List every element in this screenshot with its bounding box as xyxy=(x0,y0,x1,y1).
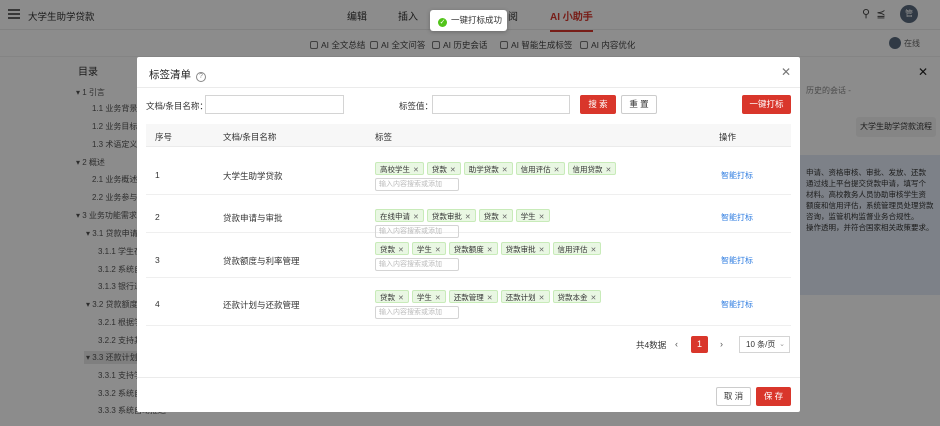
tag-list: 高校学生 ✕ 贷款 ✕ 助学贷款 ✕ 信用评估 ✕ 信用贷款 ✕ 输入内容搜索或添加 xyxy=(375,162,625,191)
close-icon[interactable]: ✕ xyxy=(781,65,791,79)
tag-remove-icon[interactable]: ✕ xyxy=(398,247,404,254)
smart-tag-link[interactable]: 智能打标 xyxy=(721,212,753,223)
column-header: 标签 xyxy=(375,132,393,142)
tag-chip: 在线申请 ✕ xyxy=(375,209,424,222)
help-icon[interactable]: ? xyxy=(196,72,206,82)
page-number[interactable]: 1 xyxy=(691,336,708,353)
smart-tag-link[interactable]: 智能打标 xyxy=(721,299,753,310)
table-row: 4 还款计划与还款管理 贷款 ✕ 学生 ✕ 还款管理 ✕ 还款计划 ✕ 贷款本金 ✕ 输入内容搜索或… xyxy=(146,280,791,326)
pagination-total: 共4数据 xyxy=(636,340,667,350)
tag-chip: 助学贷款 ✕ xyxy=(463,162,513,175)
column-header: 文档/条目名称 xyxy=(223,132,277,142)
tag-remove-icon[interactable]: ✕ xyxy=(539,214,545,221)
table-row: 2 贷款申请与审批 在线申请 ✕ 贷款审批 ✕ 贷款 ✕ 学生 ✕输入内容搜索或添加 智能打标 xyxy=(146,197,791,238)
tag-chip: 贷款本金 ✕ xyxy=(552,290,602,303)
tag-chip: 贷款 ✕ xyxy=(426,162,461,175)
row-name: 贷款申请与审批 xyxy=(223,213,283,223)
tag-chip: 还款管理 ✕ xyxy=(448,290,498,303)
tag-add-input[interactable]: 输入内容搜索或添加 xyxy=(375,178,459,191)
tag-remove-icon[interactable]: ✕ xyxy=(591,247,597,254)
tag-filter-label: 标签值： xyxy=(399,101,434,111)
row-name: 贷款额度与利率管理 xyxy=(223,256,300,266)
save-button[interactable]: 保 存 xyxy=(756,387,791,406)
tag-chip: 学生 ✕ xyxy=(411,242,446,255)
smart-tag-link[interactable]: 智能打标 xyxy=(721,170,753,181)
tag-remove-icon[interactable]: ✕ xyxy=(413,214,419,221)
table-row: 1 大学生助学贷款 高校学生 ✕ 贷款 ✕ 助学贷款 ✕ 信用评估 ✕ 信用贷款 ✕ 输入内容搜索或… xyxy=(146,149,791,195)
tag-remove-icon[interactable]: ✕ xyxy=(435,247,441,254)
tag-chip: 贷款审批 ✕ xyxy=(426,209,476,222)
tag-remove-icon[interactable]: ✕ xyxy=(539,247,545,254)
tag-remove-icon[interactable]: ✕ xyxy=(606,167,612,174)
tag-chip: 学生 ✕ xyxy=(411,290,446,303)
tag-list: 贷款 ✕ 学生 ✕ 贷款额度 ✕ 贷款审批 ✕ 信用评估 ✕ 输入内容搜索或添加 xyxy=(375,242,625,271)
success-toast: ✓ 一键打标成功 xyxy=(430,10,507,31)
tag-remove-icon[interactable]: ✕ xyxy=(487,247,493,254)
dialog-title: 标签清单? xyxy=(149,67,206,82)
row-index: 3 xyxy=(155,255,160,265)
tag-remove-icon[interactable]: ✕ xyxy=(502,214,508,221)
smart-tag-link[interactable]: 智能打标 xyxy=(721,255,753,266)
row-name: 还款计划与还款管理 xyxy=(223,300,300,310)
row-index: 1 xyxy=(155,170,160,180)
tag-remove-icon[interactable]: ✕ xyxy=(413,167,419,174)
divider xyxy=(137,377,800,378)
tag-filter-input[interactable] xyxy=(432,95,570,114)
tag-chip: 贷款额度 ✕ xyxy=(448,242,498,255)
tag-chip: 贷款审批 ✕ xyxy=(500,242,550,255)
table-row: 3 贷款额度与利率管理 贷款 ✕ 学生 ✕ 贷款额度 ✕ 贷款审批 ✕ 信用评估 ✕ 输入内容搜索或… xyxy=(146,235,791,278)
tag-chip: 还款计划 ✕ xyxy=(500,290,550,303)
tag-remove-icon[interactable]: ✕ xyxy=(591,295,597,302)
page-size-select[interactable]: 10 条/页 ⌄ xyxy=(739,336,790,353)
tag-remove-icon[interactable]: ✕ xyxy=(554,167,560,174)
row-name: 大学生助学贷款 xyxy=(223,171,283,181)
column-header: 序号 xyxy=(155,132,173,142)
divider xyxy=(137,87,800,88)
chevron-down-icon: ⌄ xyxy=(779,341,785,348)
prev-page-icon[interactable]: ‹ xyxy=(668,336,685,353)
tag-chip: 学生 ✕ xyxy=(515,209,550,222)
tag-remove-icon[interactable]: ✕ xyxy=(435,295,441,302)
reset-button[interactable]: 重 置 xyxy=(621,95,657,114)
tag-chip: 贷款 ✕ xyxy=(375,242,409,255)
check-circle-icon: ✓ xyxy=(438,18,447,27)
row-index: 2 xyxy=(155,212,160,222)
column-header: 操作 xyxy=(719,132,737,142)
tag-remove-icon[interactable]: ✕ xyxy=(450,167,456,174)
tag-chip: 信用评估 ✕ xyxy=(552,242,602,255)
tag-list: 贷款 ✕ 学生 ✕ 还款管理 ✕ 还款计划 ✕ 贷款本金 ✕ 输入内容搜索或添加 xyxy=(375,290,625,319)
tag-remove-icon[interactable]: ✕ xyxy=(465,214,471,221)
tag-remove-icon[interactable]: ✕ xyxy=(502,167,508,174)
row-index: 4 xyxy=(155,299,160,309)
name-filter-label: 文档/条目名称： xyxy=(146,101,208,111)
batch-tag-button[interactable]: 一键打标 xyxy=(742,95,791,114)
search-button[interactable]: 搜 索 xyxy=(580,95,616,114)
tag-remove-icon[interactable]: ✕ xyxy=(487,295,493,302)
tag-chip: 信用贷款 ✕ xyxy=(567,162,617,175)
tag-chip: 贷款 ✕ xyxy=(478,209,513,222)
tag-chip: 贷款 ✕ xyxy=(375,290,409,303)
table-header: 序号 文档/条目名称 标签 操作 xyxy=(146,124,791,147)
tag-list: 在线申请 ✕ 贷款审批 ✕ 贷款 ✕ 学生 ✕输入内容搜索或添加 xyxy=(375,209,635,238)
next-page-icon[interactable]: › xyxy=(713,336,730,353)
tag-add-input[interactable]: 输入内容搜索或添加 xyxy=(375,306,459,319)
tag-remove-icon[interactable]: ✕ xyxy=(398,295,404,302)
tag-add-input[interactable]: 输入内容搜索或添加 xyxy=(375,258,459,271)
name-filter-input[interactable] xyxy=(205,95,344,114)
cancel-button[interactable]: 取 消 xyxy=(716,387,751,406)
tag-chip: 高校学生 ✕ xyxy=(375,162,424,175)
tag-chip: 信用评估 ✕ xyxy=(515,162,565,175)
tag-remove-icon[interactable]: ✕ xyxy=(539,295,545,302)
tag-list-dialog: 标签清单? ✕ 文档/条目名称： 标签值： 搜 索 重 置 一键打标 序号 文档… xyxy=(137,57,800,412)
